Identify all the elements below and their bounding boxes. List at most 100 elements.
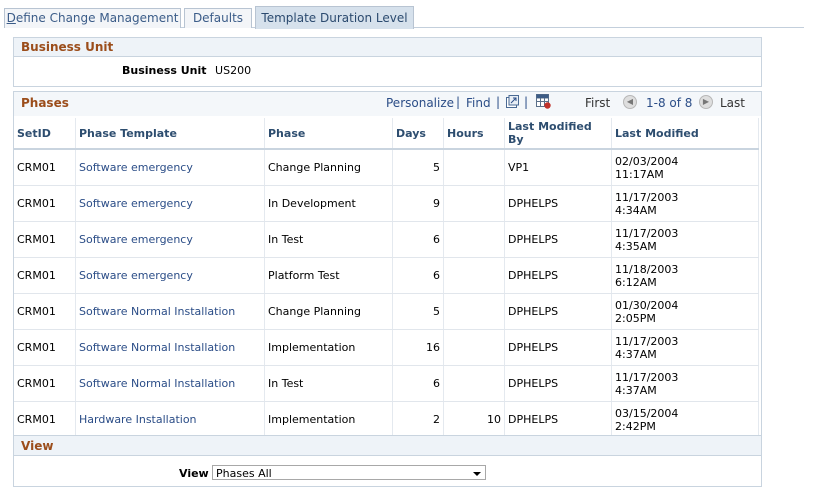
view-section: View View Phases All bbox=[13, 435, 762, 487]
tab-label: Template Duration Level bbox=[261, 11, 408, 25]
personalize-link[interactable]: Personalize bbox=[386, 96, 454, 110]
last-modified-date: 11/17/2003 bbox=[615, 334, 679, 348]
column-header-phase-template[interactable]: Phase Template bbox=[75, 118, 265, 150]
setid-cell: CRM01 bbox=[14, 293, 76, 330]
column-header-phase[interactable]: Phase bbox=[264, 118, 393, 150]
phase-template-link[interactable]: Software Normal Installation bbox=[75, 365, 265, 402]
phase-template-link[interactable]: Software emergency bbox=[75, 257, 265, 294]
separator: | bbox=[496, 95, 501, 109]
phases-table-body: CRM01 Software emergency Change Planning 5 V… bbox=[14, 149, 759, 438]
table-header-row: SetID Phase Template Phase Days Hours La… bbox=[14, 118, 759, 150]
section-title: View bbox=[14, 436, 761, 456]
first-label[interactable]: First bbox=[585, 96, 610, 110]
last-modified-by-cell: DPHELPS bbox=[504, 329, 612, 366]
phases-table: SetID Phase Template Phase Days Hours La… bbox=[14, 118, 759, 438]
phase-template-link[interactable]: Software Normal Installation bbox=[75, 293, 265, 330]
phase-template-link[interactable]: Software emergency bbox=[75, 221, 265, 258]
last-modified-date: 11/18/2003 bbox=[615, 262, 679, 276]
hours-cell bbox=[443, 257, 505, 294]
chevron-down-icon bbox=[473, 472, 481, 476]
business-unit-field: Business Unit US200 bbox=[122, 64, 251, 77]
table-row: CRM01 Hardware Installation Implementation… bbox=[14, 401, 759, 438]
tab-define-change-management[interactable]: Define Change Management bbox=[4, 8, 181, 28]
section-title: Business Unit bbox=[14, 38, 761, 57]
column-header-last-modified-by[interactable]: Last Modified By bbox=[504, 118, 612, 150]
table-row: CRM01 Software emergency In Test 6 DPHELPS 11… bbox=[14, 221, 759, 258]
last-modified-date: 02/03/2004 bbox=[615, 154, 679, 168]
tab-label: Defaults bbox=[192, 11, 244, 25]
setid-cell: CRM01 bbox=[14, 185, 76, 222]
last-modified-time: 6:12AM bbox=[615, 275, 657, 289]
last-modified-by-cell: VP1 bbox=[504, 149, 612, 186]
tab-defaults[interactable]: Defaults bbox=[184, 8, 252, 28]
last-modified-cell: 11/17/2003 4:35AM bbox=[611, 221, 759, 258]
business-unit-label: Business Unit bbox=[122, 64, 207, 77]
hours-cell bbox=[443, 365, 505, 402]
page-tabs: Define Change Management Defaults Templa… bbox=[4, 6, 804, 29]
last-modified-time: 11:17AM bbox=[615, 167, 664, 181]
phase-cell: Implementation bbox=[264, 401, 393, 438]
days-cell: 6 bbox=[392, 365, 444, 402]
view-field: View Phases All bbox=[14, 464, 759, 484]
last-modified-date: 11/17/2003 bbox=[615, 370, 679, 384]
last-modified-cell: 02/03/2004 11:17AM bbox=[611, 149, 759, 186]
download-grid-icon[interactable] bbox=[536, 94, 551, 109]
hours-cell bbox=[443, 149, 505, 186]
find-link[interactable]: Find bbox=[466, 96, 491, 110]
days-cell: 5 bbox=[392, 149, 444, 186]
column-header-hours[interactable]: Hours bbox=[443, 118, 505, 150]
last-modified-date: 11/17/2003 bbox=[615, 226, 679, 240]
phase-cell: In Development bbox=[264, 185, 393, 222]
business-unit-section: Business Unit Business Unit US200 bbox=[13, 37, 762, 87]
table-row: CRM01 Software emergency Change Planning 5 V… bbox=[14, 149, 759, 186]
phase-cell: Platform Test bbox=[264, 257, 393, 294]
phase-cell: In Test bbox=[264, 365, 393, 402]
business-unit-value: US200 bbox=[215, 64, 252, 77]
phase-cell: In Test bbox=[264, 221, 393, 258]
table-row: CRM01 Software Normal Installation Impleme… bbox=[14, 329, 759, 366]
view-select-value: Phases All bbox=[216, 467, 272, 480]
column-header-days[interactable]: Days bbox=[392, 118, 444, 150]
tab-label-accesskey: D bbox=[6, 11, 16, 25]
last-modified-cell: 11/17/2003 4:34AM bbox=[611, 185, 759, 222]
last-modified-time: 2:05PM bbox=[615, 311, 656, 325]
tab-template-duration-level[interactable]: Template Duration Level bbox=[255, 6, 414, 29]
row-range-text: 1-8 of 8 bbox=[646, 96, 693, 110]
column-header-last-modified[interactable]: Last Modified bbox=[611, 118, 759, 150]
phase-template-link[interactable]: Software Normal Installation bbox=[75, 329, 265, 366]
setid-cell: CRM01 bbox=[14, 221, 76, 258]
setid-cell: CRM01 bbox=[14, 401, 76, 438]
days-cell: 6 bbox=[392, 257, 444, 294]
last-modified-cell: 03/15/2004 2:42PM bbox=[611, 401, 759, 438]
last-modified-time: 4:34AM bbox=[615, 203, 657, 217]
view-label: View bbox=[179, 467, 209, 480]
last-modified-by-cell: DPHELPS bbox=[504, 221, 612, 258]
next-row-icon[interactable]: ▶ bbox=[699, 95, 713, 109]
table-row: CRM01 Software emergency In Development 9 DP… bbox=[14, 185, 759, 222]
last-modified-cell: 11/17/2003 4:37AM bbox=[611, 329, 759, 366]
table-row: CRM01 Software emergency Platform Test 6 DPH… bbox=[14, 257, 759, 294]
phases-grid: Phases Personalize | Find | | First ◀ 1-… bbox=[13, 91, 762, 438]
setid-cell: CRM01 bbox=[14, 149, 76, 186]
last-modified-by-cell: DPHELPS bbox=[504, 365, 612, 402]
phase-template-link[interactable]: Hardware Installation bbox=[75, 401, 265, 438]
days-cell: 16 bbox=[392, 329, 444, 366]
last-modified-cell: 11/17/2003 4:37AM bbox=[611, 365, 759, 402]
tab-label-rest: efine Change Management bbox=[15, 11, 179, 25]
column-header-setid[interactable]: SetID bbox=[14, 118, 76, 150]
previous-row-icon[interactable]: ◀ bbox=[623, 95, 637, 109]
phase-template-link[interactable]: Software emergency bbox=[75, 185, 265, 222]
phase-cell: Implementation bbox=[264, 329, 393, 366]
last-label[interactable]: Last bbox=[720, 96, 745, 110]
view-all-icon[interactable] bbox=[506, 95, 519, 108]
last-modified-cell: 11/18/2003 6:12AM bbox=[611, 257, 759, 294]
phase-template-link[interactable]: Software emergency bbox=[75, 149, 265, 186]
hours-cell bbox=[443, 329, 505, 366]
table-row: CRM01 Software Normal Installation In Test… bbox=[14, 365, 759, 402]
view-select[interactable]: Phases All bbox=[212, 465, 486, 480]
last-modified-date: 03/15/2004 bbox=[615, 406, 679, 420]
setid-cell: CRM01 bbox=[14, 365, 76, 402]
last-modified-time: 4:37AM bbox=[615, 383, 657, 397]
last-modified-date: 01/30/2004 bbox=[615, 298, 679, 312]
table-row: CRM01 Software Normal Installation Change … bbox=[14, 293, 759, 330]
